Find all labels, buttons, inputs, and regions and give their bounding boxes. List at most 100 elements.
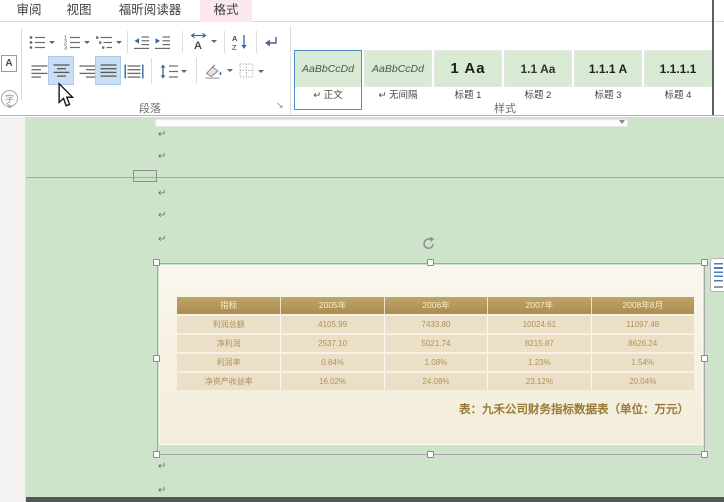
chevron-down-icon [181, 69, 187, 73]
chevron-down-icon [258, 69, 264, 73]
value-cell: 2537.10 [280, 335, 383, 352]
decrease-indent-button[interactable] [131, 31, 152, 53]
paragraph-mark: ↵ [158, 151, 167, 162]
button-separator [151, 58, 152, 84]
paragraph-mark: ↵ [158, 461, 167, 472]
asian-layout-button[interactable]: A [186, 29, 219, 53]
group-separator [290, 26, 291, 114]
header-cell: 2006年 [383, 297, 487, 314]
style-item-heading4[interactable]: 1.1.1.1 标题 4 [644, 50, 712, 110]
resize-handle-top-left[interactable] [153, 259, 160, 266]
value-cell: 10024.61 [487, 316, 590, 333]
chevron-down-icon [211, 39, 217, 43]
paragraph-dialog-launcher[interactable]: ↘ [276, 101, 284, 110]
justify-button[interactable] [95, 56, 121, 85]
table-caption: 表：九禾公司财务指标数据表（单位：万元） [459, 404, 689, 416]
style-preview: 1.1 Aa [504, 50, 572, 87]
show-formatting-marks-button[interactable] [260, 31, 280, 53]
ribbon: A 字 ↘ 123 A A Z 段落 ↘ AaBbCcDd ↵ 正文 AaBbC… [0, 22, 724, 116]
layout-options-icon [714, 263, 723, 284]
header-cell: 2007年 [487, 297, 590, 314]
empty-frame-marker[interactable] [133, 170, 157, 182]
character-border-button[interactable]: A [1, 55, 17, 72]
button-separator [182, 31, 183, 53]
svg-text:3: 3 [64, 45, 67, 51]
increase-indent-icon [155, 35, 170, 49]
line-spacing-button[interactable] [157, 58, 189, 84]
chevron-down-icon [115, 40, 122, 44]
dropdown-arrow-icon[interactable] [619, 120, 625, 124]
shading-bucket-icon [205, 63, 222, 79]
resize-handle-top-center[interactable] [427, 259, 434, 266]
group-separator [21, 28, 22, 100]
styles-group-label: 样式 [494, 103, 516, 115]
value-cell: 23.12% [487, 373, 590, 390]
paragraph-group-label: 段落 [139, 103, 161, 115]
resize-handle-bottom-right[interactable] [701, 451, 708, 458]
value-cell: 5021.74 [383, 335, 487, 352]
button-separator [196, 58, 197, 84]
multilevel-list-button[interactable] [93, 31, 123, 53]
tab-review[interactable]: 审阅 [10, 0, 48, 22]
table-row: 利润率 0.84% 1.08% 1.23% 1.54% [177, 352, 694, 371]
button-separator [256, 31, 257, 53]
value-cell: 1.23% [487, 354, 590, 371]
document-left-gutter [0, 117, 26, 502]
value-cell: 11097.48 [590, 316, 694, 333]
style-preview: AaBbCcDd [295, 51, 361, 87]
formatting-mark-icon [264, 36, 277, 46]
resize-handle-bottom-center[interactable] [427, 451, 434, 458]
align-left-button[interactable] [28, 58, 50, 84]
word-app-window: 审阅 视图 福昕阅读器 格式 A 字 ↘ 123 A A Z 段落 ↘ AaBb… [0, 0, 724, 502]
financial-table: 指标 2005年 2006年 2007年 2008年8月 利润总额 4105.9… [177, 297, 694, 390]
distribute-text-button[interactable] [122, 58, 146, 84]
align-center-icon [53, 64, 69, 77]
mouse-cursor [57, 81, 75, 113]
value-cell: 24.08% [383, 373, 487, 390]
resize-handle-mid-left[interactable] [153, 355, 160, 362]
rotation-handle[interactable] [421, 236, 437, 257]
paragraph-mark: ↵ [158, 129, 167, 140]
chevron-down-icon [49, 40, 55, 44]
svg-text:A: A [232, 34, 238, 43]
style-item-heading3[interactable]: 1.1.1 A 标题 3 [574, 50, 642, 110]
sort-icon: A Z [232, 34, 247, 51]
selected-table-image[interactable]: 指标 2005年 2006年 2007年 2008年8月 利润总额 4105.9… [159, 265, 703, 445]
layout-options-icon-line [714, 286, 723, 288]
section-divider-line [26, 177, 724, 178]
tab-format[interactable]: 格式 [200, 0, 252, 22]
shading-button[interactable] [202, 57, 234, 84]
value-cell: 4105.99 [280, 316, 383, 333]
header-cell: 2005年 [280, 297, 383, 314]
value-cell: 0.84% [280, 354, 383, 371]
resize-handle-mid-right[interactable] [701, 355, 708, 362]
tab-view[interactable]: 视图 [60, 0, 98, 22]
table-header-row: 指标 2005年 2006年 2007年 2008年8月 [177, 297, 694, 314]
multilevel-list-icon [95, 35, 112, 49]
style-item-no-spacing[interactable]: AaBbCcDd ↵ 无间隔 [364, 50, 432, 110]
bullets-button[interactable] [25, 31, 58, 53]
justify-icon [100, 64, 116, 77]
style-item-normal[interactable]: AaBbCcDd ↵ 正文 [294, 50, 362, 110]
row-label-cell: 利润率 [216, 358, 241, 367]
align-center-button[interactable] [48, 56, 74, 85]
borders-button[interactable] [236, 58, 266, 84]
ribbon-tab-bar: 审阅 视图 福昕阅读器 格式 [0, 0, 724, 22]
value-cell: 1.54% [590, 354, 694, 371]
align-right-icon [79, 64, 95, 78]
style-preview: 1 Aa [434, 50, 502, 87]
increase-indent-button[interactable] [152, 31, 173, 53]
sort-button[interactable]: A Z [229, 30, 251, 53]
layout-options-button[interactable] [710, 258, 724, 292]
bullets-icon [29, 35, 45, 49]
numbering-button[interactable]: 123 [60, 31, 92, 53]
tab-foxit-reader[interactable]: 福昕阅读器 [106, 0, 194, 22]
resize-handle-bottom-left[interactable] [153, 451, 160, 458]
resize-handle-top-right[interactable] [701, 259, 708, 266]
button-separator [224, 31, 225, 53]
value-cell: 20.04% [590, 373, 694, 390]
row-label-cell: 净资产收益率 [204, 377, 253, 386]
style-label: ↵ 正文 [313, 90, 343, 101]
font-dialog-launcher[interactable]: ↘ [5, 101, 13, 110]
table-row: 净利润 2537.10 5021.74 8215.87 8626.24 [177, 333, 694, 352]
